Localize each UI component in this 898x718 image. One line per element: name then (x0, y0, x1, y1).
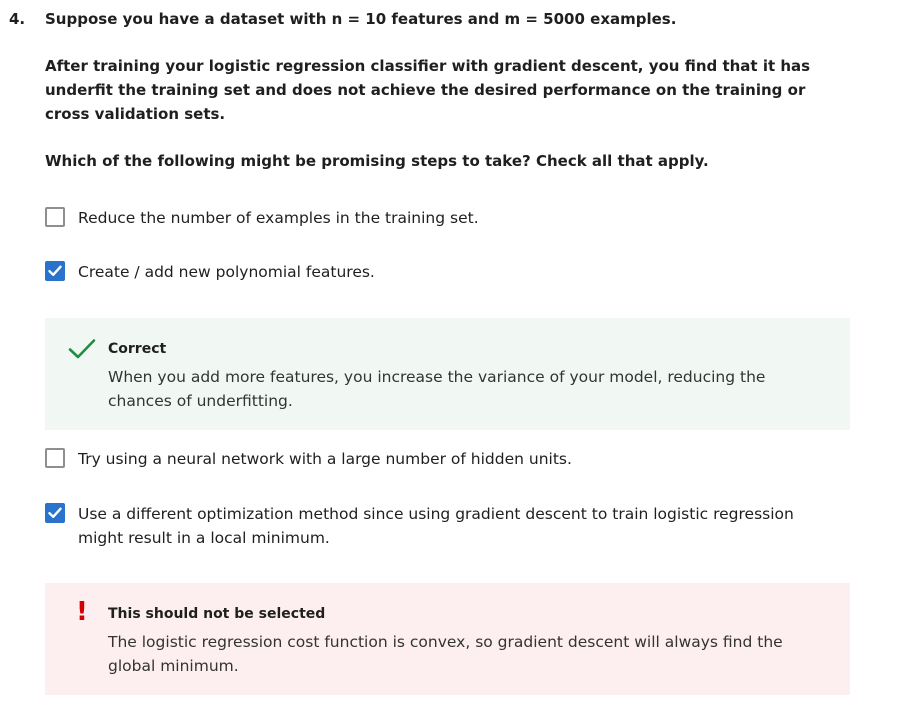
feedback-title: Correct (108, 341, 167, 357)
feedback-incorrect: ! This should not be selected The logist… (45, 583, 850, 695)
option-label: Use a different optimization method sinc… (78, 505, 794, 547)
option-label: Try using a neural network with a large … (78, 450, 572, 468)
option-different-optimizer[interactable]: Use a different optimization method sinc… (45, 502, 850, 550)
question-number: 4. (9, 10, 26, 28)
option-label: Reduce the number of examples in the tra… (78, 209, 479, 227)
exclamation-icon: ! (76, 597, 88, 627)
feedback-correct: Correct When you add more features, you … (45, 318, 850, 430)
question-context: After training your logistic regression … (45, 57, 811, 123)
feedback-body: When you add more features, you increase… (108, 368, 766, 410)
checkbox-checked-icon[interactable] (45, 503, 65, 523)
question-instruction: Which of the following might be promisin… (45, 152, 709, 170)
option-reduce-examples[interactable]: Reduce the number of examples in the tra… (45, 206, 850, 230)
feedback-title: This should not be selected (108, 606, 326, 622)
feedback-body: The logistic regression cost function is… (108, 633, 783, 675)
checkbox-checked-icon[interactable] (45, 261, 65, 281)
checkmark-icon (68, 338, 96, 364)
checkbox-unchecked[interactable] (45, 448, 65, 468)
question-intro: Suppose you have a dataset with n = 10 f… (45, 10, 677, 28)
checkbox-unchecked[interactable] (45, 207, 65, 227)
option-label: Create / add new polynomial features. (78, 263, 375, 281)
option-add-polynomial-features[interactable]: Create / add new polynomial features. (45, 260, 850, 284)
option-neural-network[interactable]: Try using a neural network with a large … (45, 447, 850, 471)
quiz-question: 4. Suppose you have a dataset with n = 1… (0, 0, 898, 718)
